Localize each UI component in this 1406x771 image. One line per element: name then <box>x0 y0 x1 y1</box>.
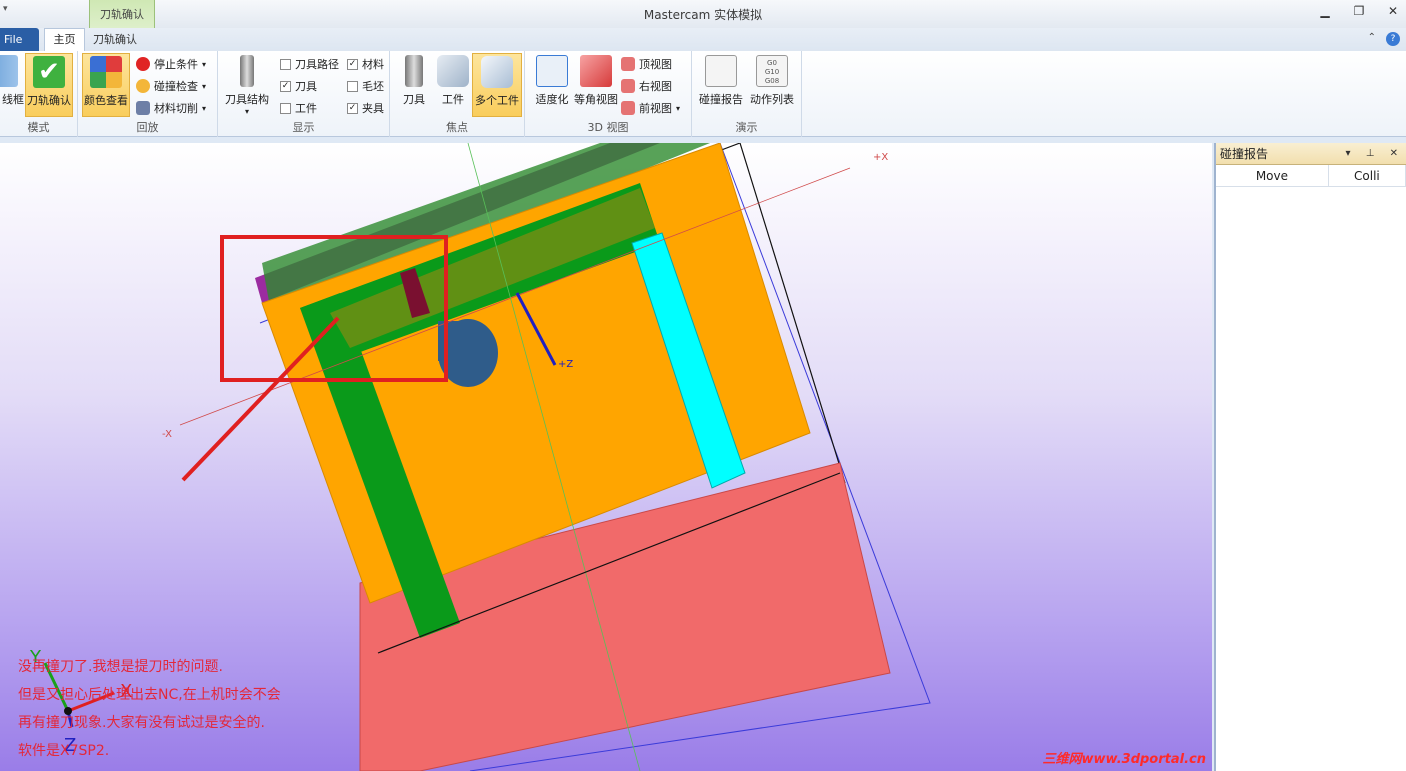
window-title: Mastercam 实体模拟 <box>643 8 763 22</box>
isometric-view-button[interactable]: 等角视图 <box>571 53 621 117</box>
top-view-icon <box>621 57 635 71</box>
group-label: 焦点 <box>446 121 468 134</box>
wireframe-button[interactable]: 线框 <box>0 53 26 117</box>
context-group-label: 刀轨确认 <box>100 8 144 21</box>
group-playback: 颜色查看 停止条件 ▾ 碰撞检查 ▾ 材料切削 ▾ 回放 <box>78 51 218 137</box>
help-icon[interactable]: ? <box>1386 32 1400 46</box>
burst-icon <box>136 79 150 93</box>
multi-workpiece-icon <box>481 56 513 88</box>
wireframe-icon <box>0 55 18 87</box>
restore-icon[interactable]: ❐ <box>1352 4 1366 18</box>
group-3d-view: 适度化 等角视图 顶视图 右视图 前视图 ▾ 3D 视图 <box>525 51 692 137</box>
right-view-button[interactable]: 右视图 <box>621 76 672 96</box>
group-label: 演示 <box>735 121 758 134</box>
tool-structure-button[interactable]: 刀具结构 ▾ <box>221 53 273 117</box>
verify-mode-button[interactable]: ✔ 刀轨确认 <box>25 53 73 117</box>
panel-header: 碰撞报告 ▾ ⊥ ✕ <box>1216 143 1406 165</box>
group-display: 刀具结构 ▾ 刀具路径 ✓ 刀具 工件 ✓ 材料 毛坯 ✓ 夹具 显示 <box>218 51 390 137</box>
group-label: 3D 视图 <box>587 121 629 134</box>
annotation-note: 没再撞刀了.我想是提刀时的问题. 但是又担心后处理出去NC,在上机时会不会 再有… <box>18 653 281 765</box>
top-view-button[interactable]: 顶视图 <box>621 54 672 74</box>
title-bar: ▾ Mastercam 实体模拟 ▁ ❐ ✕ <box>0 0 1406 28</box>
workpiece-focus-icon <box>437 55 469 87</box>
group-label: 模式 <box>27 121 50 134</box>
front-view-button[interactable]: 前视图 ▾ <box>621 98 680 118</box>
column-collision[interactable]: Colli <box>1329 165 1406 186</box>
checkbox[interactable] <box>347 80 358 92</box>
check-toolpath[interactable]: 刀具路径 <box>280 54 339 74</box>
ribbon-right-controls: ⌃ ? <box>1368 32 1400 46</box>
fit-icon <box>536 55 568 87</box>
tool-shank <box>438 321 468 361</box>
check-material[interactable]: ✓ 材料 <box>347 54 384 74</box>
tab-verify[interactable]: 刀轨确认 <box>93 31 137 47</box>
note-line: 再有撞刀现象.大家有没有试过是安全的. <box>18 715 265 731</box>
panel-buttons[interactable]: ▾ ⊥ ✕ <box>1346 143 1404 165</box>
collision-check-menu[interactable]: 碰撞检查 ▾ <box>136 76 206 96</box>
checkbox[interactable] <box>280 58 291 70</box>
focus-workpiece-button[interactable]: 工件 <box>429 53 477 117</box>
watermark: 三维网www.3dportal.cn <box>1042 752 1206 767</box>
stop-conditions-menu[interactable]: 停止条件 ▾ <box>136 54 206 74</box>
minus-x-label: -X <box>162 429 172 440</box>
check-tool[interactable]: ✓ 刀具 <box>280 76 317 96</box>
note-line: 但是又担心后处理出去NC,在上机时会不会 <box>18 687 281 703</box>
color-view-button[interactable]: 颜色查看 <box>82 53 130 117</box>
plus-z-label: +Z <box>558 359 573 370</box>
group-demo: 碰撞报告 G0 G10 G08 动作列表 演示 <box>692 51 802 137</box>
gcode-list-icon: G0 G10 G08 <box>756 55 788 87</box>
right-view-icon <box>621 79 635 93</box>
stop-icon <box>136 57 150 71</box>
group-mode: 线框 ✔ 刀轨确认 模式 <box>0 51 78 137</box>
action-list-button[interactable]: G0 G10 G08 动作列表 <box>748 53 796 117</box>
front-view-icon <box>621 101 635 115</box>
collapse-ribbon-icon[interactable]: ⌃ <box>1368 32 1376 46</box>
checkbox[interactable]: ✓ <box>347 58 358 70</box>
minimize-icon[interactable]: ▁ <box>1318 4 1332 18</box>
focus-multiple-workpieces-button[interactable]: 多个工件 <box>472 53 522 117</box>
checkbox[interactable] <box>280 102 291 114</box>
ribbon: 线框 ✔ 刀轨确认 模式 颜色查看 停止条件 ▾ 碰撞检查 ▾ 材料切削 ▾ 回… <box>0 51 1406 137</box>
collision-report-button[interactable]: 碰撞报告 <box>697 53 745 117</box>
check-stock[interactable]: 毛坯 <box>347 76 384 96</box>
plus-x-label: +X <box>873 152 888 163</box>
fit-button[interactable]: 适度化 <box>528 53 576 117</box>
mastercam-window: ▾ Mastercam 实体模拟 ▁ ❐ ✕ 刀轨确认 File 主页 刀轨确认… <box>0 0 1406 771</box>
group-focus: 刀具 工件 多个工件 焦点 <box>390 51 525 137</box>
tab-home[interactable]: 主页 <box>44 28 85 51</box>
endmill-icon <box>240 55 254 87</box>
checkbox[interactable]: ✓ <box>347 102 358 114</box>
cube-icon <box>136 101 150 115</box>
cube-red-icon <box>580 55 612 87</box>
ribbon-tabs: File 主页 刀轨确认 ⌃ ? <box>0 28 1406 51</box>
column-move[interactable]: Move <box>1216 165 1329 186</box>
checkmark-icon: ✔ <box>33 56 65 88</box>
color-grid-icon <box>90 56 122 88</box>
group-label: 显示 <box>292 121 315 134</box>
close-icon[interactable]: ✕ <box>1386 4 1400 18</box>
group-label: 回放 <box>136 121 159 134</box>
panel-title: 碰撞报告 <box>1220 147 1269 161</box>
panel-columns: Move Colli <box>1216 165 1406 187</box>
window-controls: ▁ ❐ ✕ <box>1318 4 1400 18</box>
simulation-viewport[interactable]: +X -X +Z X Y Z 没再撞刀了.我想是提刀时的问题. 但是又担心后处理… <box>0 143 1212 771</box>
checkbox[interactable]: ✓ <box>280 80 291 92</box>
check-fixture[interactable]: ✓ 夹具 <box>347 98 384 118</box>
tool-focus-icon <box>405 55 423 87</box>
material-cut-menu[interactable]: 材料切削 ▾ <box>136 98 206 118</box>
report-icon <box>705 55 737 87</box>
collision-report-panel: 碰撞报告 ▾ ⊥ ✕ Move Colli <box>1214 143 1406 771</box>
check-workpiece[interactable]: 工件 <box>280 98 317 118</box>
note-line: 软件是X7SP2. <box>18 743 110 759</box>
tab-file[interactable]: File <box>0 28 39 51</box>
note-line: 没再撞刀了.我想是提刀时的问题. <box>18 659 223 675</box>
